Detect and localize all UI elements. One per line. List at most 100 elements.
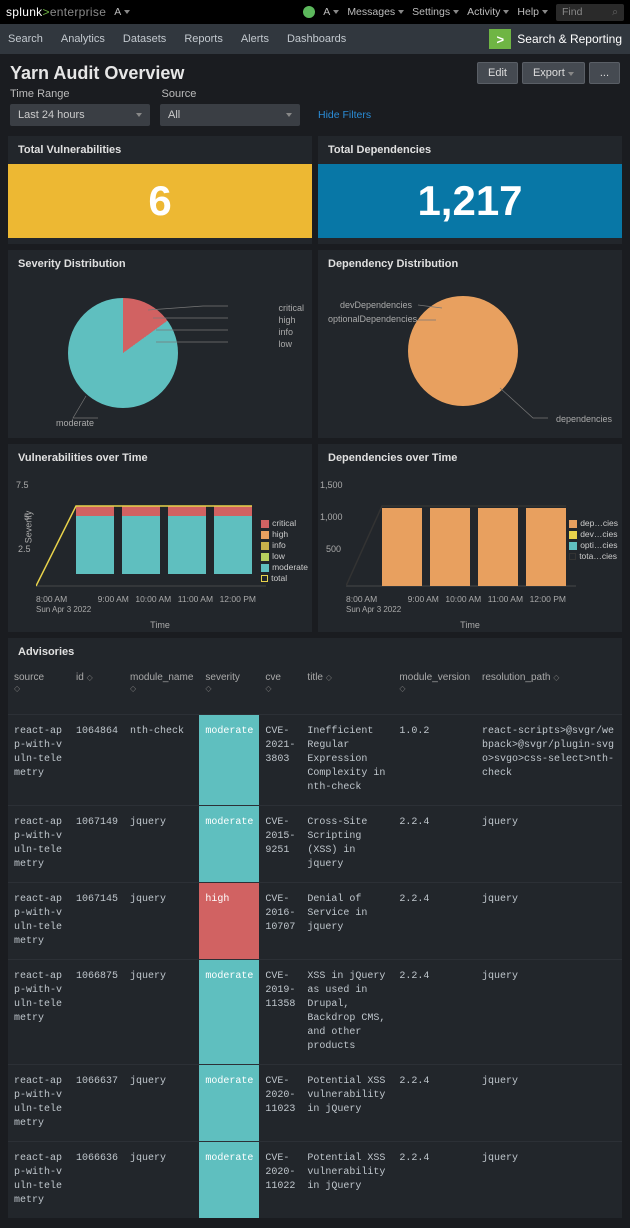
- cell-severity: moderate: [199, 715, 259, 806]
- leader-lines: [8, 278, 312, 438]
- time-range-label: Time Range: [10, 88, 70, 100]
- panel-total-dependencies: Total Dependencies 1,217: [318, 136, 622, 244]
- panel-title: Total Vulnerabilities: [8, 136, 312, 164]
- col-severity[interactable]: severity◇: [199, 666, 259, 715]
- cell-version: 2.2.4: [393, 960, 476, 1065]
- cell-source: react-app-with-vuln-telemetry: [8, 715, 70, 806]
- nav-alerts[interactable]: Alerts: [241, 33, 269, 45]
- cell-version: 2.2.4: [393, 1065, 476, 1142]
- col-resolution[interactable]: resolution_path ◇: [476, 666, 622, 715]
- activity-menu[interactable]: Activity: [467, 6, 509, 18]
- caret-down-icon: [333, 10, 339, 14]
- cell-cve: CVE-2020-11022: [259, 1142, 301, 1219]
- col-id[interactable]: id ◇: [70, 666, 124, 715]
- cell-id: 1064864: [70, 715, 124, 806]
- edit-button[interactable]: Edit: [477, 62, 518, 84]
- cell-severity: moderate: [199, 1065, 259, 1142]
- col-source[interactable]: source◇: [8, 666, 70, 715]
- single-value-dep: 1,217: [318, 164, 622, 238]
- col-module[interactable]: module_name◇: [124, 666, 199, 715]
- legend-dep-time: dep…cies dev…cies opti…cies tota…cies: [569, 518, 618, 562]
- health-status-icon[interactable]: [303, 6, 315, 18]
- source-label: Source: [162, 88, 197, 100]
- cell-resolution: jquery: [476, 883, 622, 960]
- bar-chart-dep-time[interactable]: [346, 476, 576, 606]
- cell-title: Inefficient Regular Expression Complexit…: [301, 715, 393, 806]
- table-row[interactable]: react-app-with-vuln-telemetry1067145 jque…: [8, 883, 622, 960]
- hide-filters-link[interactable]: Hide Filters: [318, 109, 371, 121]
- cell-id: 1066637: [70, 1065, 124, 1142]
- cell-cve: CVE-2019-11358: [259, 960, 301, 1065]
- caret-down-icon: [503, 10, 509, 14]
- caret-down-icon: [124, 10, 130, 14]
- nav-dashboards[interactable]: Dashboards: [287, 33, 346, 45]
- panel-severity-distribution: Severity Distribution critical high info…: [8, 250, 312, 438]
- global-topbar: splunk>enterprise A A Messages Settings …: [0, 0, 630, 24]
- cell-id: 1066875: [70, 960, 124, 1065]
- caret-down-icon: [398, 10, 404, 14]
- cell-id: 1067145: [70, 883, 124, 960]
- cell-cve: CVE-2015-9251: [259, 806, 301, 883]
- cell-severity: moderate: [199, 806, 259, 883]
- more-actions-button[interactable]: ...: [589, 62, 620, 84]
- cell-cve: CVE-2020-11023: [259, 1065, 301, 1142]
- panel-total-vulnerabilities: Total Vulnerabilities 6: [8, 136, 312, 244]
- caret-down-icon: [453, 10, 459, 14]
- cell-source: react-app-with-vuln-telemetry: [8, 960, 70, 1065]
- table-row[interactable]: react-app-with-vuln-telemetry1066636jque…: [8, 1142, 622, 1219]
- single-value-vuln: 6: [8, 164, 312, 238]
- user-menu[interactable]: A: [323, 6, 339, 18]
- panel-title: Severity Distribution: [8, 250, 312, 278]
- time-range-picker[interactable]: Last 24 hours: [10, 104, 150, 126]
- panel-dependency-distribution: Dependency Distribution devDependencies …: [318, 250, 622, 438]
- app-switcher[interactable]: > Search & Reporting: [489, 29, 622, 49]
- cell-module: jquery: [124, 1142, 199, 1219]
- brand-logo: splunk>enterprise: [6, 5, 106, 19]
- bar-chart-vuln-time[interactable]: [36, 476, 266, 606]
- x-axis-ticks: 8:00 AMSun Apr 3 2022 9:00 AM 10:00 AM 1…: [346, 594, 566, 614]
- nav-search[interactable]: Search: [8, 33, 43, 45]
- search-icon: ⌕: [612, 6, 618, 19]
- panel-dep-over-time: Dependencies over Time 1,500 1,000 500 d…: [318, 444, 622, 632]
- table-row[interactable]: react-app-with-vuln-telemetry1066875 jque…: [8, 960, 622, 1065]
- legend-vuln-time: critical high info low moderate total: [261, 518, 308, 584]
- cell-module: nth-check: [124, 715, 199, 806]
- panel-title: Total Dependencies: [318, 136, 622, 164]
- panel-title: Vulnerabilities over Time: [8, 444, 312, 472]
- table-header-row: source◇ id ◇ module_name◇ severity◇ cve◇…: [8, 666, 622, 715]
- table-row[interactable]: react-app-with-vuln-telemetry1067149jque…: [8, 806, 622, 883]
- col-cve[interactable]: cve◇: [259, 666, 301, 715]
- export-button[interactable]: Export: [522, 62, 585, 84]
- nav-analytics[interactable]: Analytics: [61, 33, 105, 45]
- app-navbar: Search Analytics Datasets Reports Alerts…: [0, 24, 630, 54]
- cell-severity: moderate: [199, 960, 259, 1065]
- x-axis-ticks: 8:00 AMSun Apr 3 2022 9:00 AM 10:00 AM 1…: [36, 594, 256, 614]
- table-row[interactable]: react-app-with-vuln-telemetry1064864nth-…: [8, 715, 622, 806]
- caret-down-icon: [136, 113, 142, 117]
- cell-resolution: jquery: [476, 960, 622, 1065]
- source-picker[interactable]: All: [160, 104, 300, 126]
- panel-vuln-over-time: Vulnerabilities over Time Severity 7.5 5…: [8, 444, 312, 632]
- col-title[interactable]: title ◇: [301, 666, 393, 715]
- user-menu-short[interactable]: A: [114, 6, 130, 18]
- help-menu[interactable]: Help: [517, 6, 548, 18]
- messages-menu[interactable]: Messages: [347, 6, 404, 18]
- nav-reports[interactable]: Reports: [184, 33, 223, 45]
- settings-menu[interactable]: Settings: [412, 6, 459, 18]
- cell-source: react-app-with-vuln-telemetry: [8, 883, 70, 960]
- global-find-input[interactable]: Find ⌕: [556, 4, 624, 21]
- nav-datasets[interactable]: Datasets: [123, 33, 166, 45]
- cell-resolution: jquery: [476, 1065, 622, 1142]
- panel-title: Dependency Distribution: [318, 250, 622, 278]
- cell-module: jquery: [124, 806, 199, 883]
- table-row[interactable]: react-app-with-vuln-telemetry1066637jque…: [8, 1065, 622, 1142]
- x-axis-label: Time: [150, 620, 170, 630]
- col-version[interactable]: module_version◇: [393, 666, 476, 715]
- cell-version: 2.2.4: [393, 806, 476, 883]
- advisories-table: source◇ id ◇ module_name◇ severity◇ cve◇…: [8, 666, 622, 1218]
- panel-title: Advisories: [8, 638, 622, 666]
- cell-version: 2.2.4: [393, 1142, 476, 1219]
- cell-title: Denial of Service in jquery: [301, 883, 393, 960]
- cell-cve: CVE-2016-10707: [259, 883, 301, 960]
- cell-severity: high: [199, 883, 259, 960]
